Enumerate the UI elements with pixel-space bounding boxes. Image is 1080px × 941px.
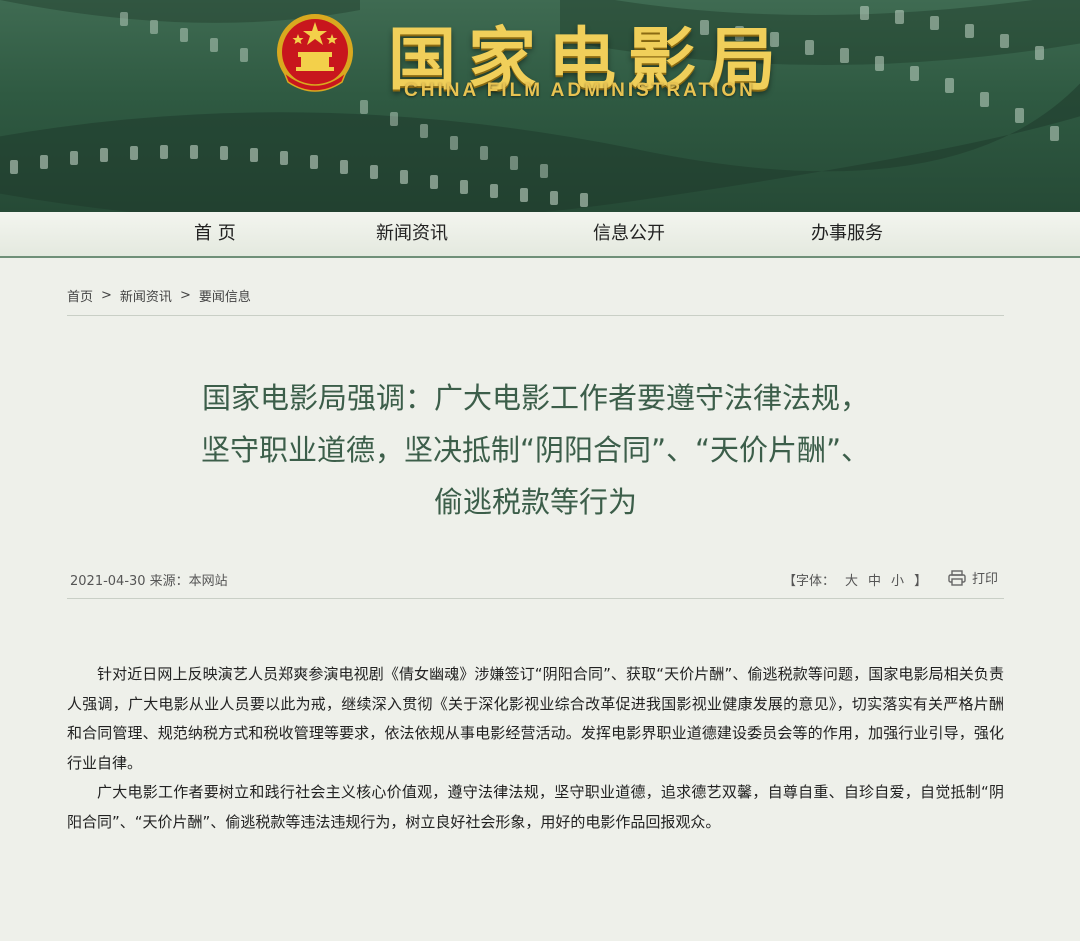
nav-item-home[interactable]: 首 页	[194, 212, 236, 256]
font-size-large-link[interactable]: 大	[845, 570, 858, 589]
article-paragraph: 针对近日网上反映演艺人员郑爽参演电视剧《倩女幽魂》涉嫌签订“阴阳合同”、获取“天…	[67, 665, 1004, 772]
nav-item-info-disclosure[interactable]: 信息公开	[593, 212, 665, 256]
font-size-medium-link[interactable]: 中	[868, 570, 881, 589]
divider	[67, 315, 1004, 316]
article-paragraph: 广大电影工作者要树立和践行社会主义核心价值观，遵守法律法规，坚守职业道德，追求德…	[67, 783, 1004, 831]
national-emblem-icon	[277, 14, 353, 92]
printer-icon	[948, 569, 966, 586]
article-title-line: 国家电影局强调：广大电影工作者要遵守法律法规，	[201, 381, 869, 415]
breadcrumb-home[interactable]: 首页	[67, 286, 93, 305]
font-size-small-link[interactable]: 小	[891, 570, 904, 589]
site-subtitle: CHINA FILM ADMINISTRATION	[404, 80, 756, 101]
divider	[67, 598, 1004, 599]
font-size-label: 【字体：	[783, 574, 836, 589]
main-nav: 首 页 新闻资讯 信息公开 办事服务	[0, 212, 1080, 258]
article-title-line: 坚守职业道德，坚决抵制“阴阳合同”、“天价片酬”、	[200, 433, 871, 467]
breadcrumb: 首页 > 新闻资讯 > 要闻信息	[67, 284, 251, 306]
print-label: 打印	[972, 572, 999, 587]
site-banner: 国家电影局 CHINA FILM ADMINISTRATION	[0, 0, 1080, 212]
print-button[interactable]: 打印	[948, 568, 998, 587]
breadcrumb-headlines[interactable]: 要闻信息	[199, 286, 251, 305]
breadcrumb-news[interactable]: 新闻资讯	[120, 286, 172, 305]
font-size-bracket: 】	[914, 574, 928, 589]
article-title: 国家电影局强调：广大电影工作者要遵守法律法规， 坚守职业道德，坚决抵制“阴阳合同…	[67, 372, 1004, 528]
article-title-line: 偷逃税款等行为	[433, 485, 637, 519]
nav-item-news[interactable]: 新闻资讯	[376, 212, 448, 256]
article-body: 针对近日网上反映演艺人员郑爽参演电视剧《倩女幽魂》涉嫌签订“阴阳合同”、获取“天…	[67, 660, 1004, 837]
font-size-control: 【字体： 大 中 小 】	[783, 570, 927, 589]
nav-item-services[interactable]: 办事服务	[811, 212, 883, 256]
breadcrumb-separator: >	[179, 287, 191, 303]
article-meta: 2021-04-30 来源：本网站	[70, 574, 228, 589]
breadcrumb-separator: >	[101, 287, 112, 303]
